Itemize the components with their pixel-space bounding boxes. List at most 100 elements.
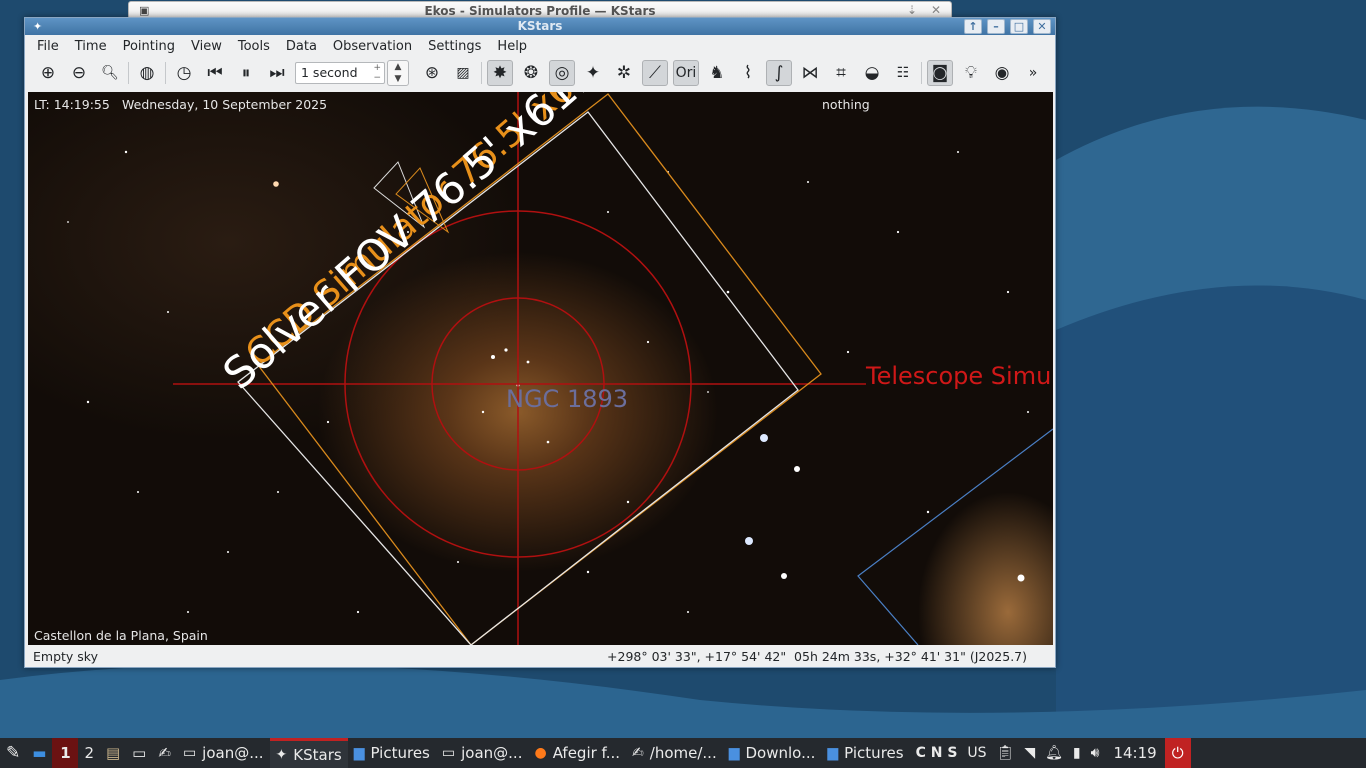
date-label: Wednesday, 10 September 2025 [122,97,328,112]
minimize-button[interactable]: – [987,19,1005,34]
menu-settings[interactable]: Settings [420,39,489,54]
menu-time[interactable]: Time [67,39,115,54]
focus-object-label: nothing [822,97,870,112]
time-step-value: 1 second [301,65,358,80]
image-overlay-icon[interactable]: ▨ [450,60,476,86]
task-label: joan@... [202,744,264,762]
task-downloads[interactable]: ▆ Downlo... [723,738,822,768]
menu-file[interactable]: File [29,39,67,54]
text-editor-launcher-icon[interactable]: ✍ [152,738,177,768]
constellation-art-icon[interactable]: ♞ [704,60,730,86]
task-kstars[interactable]: ✦ KStars [269,738,348,768]
zoom-out-icon[interactable]: ⊖ [66,60,92,86]
zoom-in-icon[interactable]: ⊕ [35,60,61,86]
power-icon[interactable]: ⏻ [1164,738,1191,768]
menu-help[interactable]: Help [489,39,535,54]
toolbar-overflow-icon[interactable]: » [1020,60,1046,86]
horizontal-grid-icon[interactable]: ⌗ [828,60,854,86]
maximize-button[interactable]: □ [1010,19,1028,34]
solar-system-toggle-icon[interactable]: ◎ [549,60,575,86]
app-menu-icon[interactable]: ✎ [0,738,26,768]
menu-observation[interactable]: Observation [325,39,420,54]
find-object-icon[interactable]: 🔍︎ [97,60,123,86]
ekos-close-icon[interactable]: ✕ [931,3,941,17]
system-tray: C N S US 📋︎ ◥ 🔔︎ ▮ 🔊︎ [910,745,1106,761]
location-label: Castellon de la Plana, Spain [34,628,208,643]
show-desktop-icon[interactable]: ▬ [26,738,52,768]
file-manager-launcher-icon[interactable]: ▤ [100,738,126,768]
ekos-window-title: Ekos - Simulators Profile — KStars [424,3,656,18]
task-terminal-1[interactable]: ▭ joan@... [177,738,270,768]
kstars-window: ✦ KStars ↑ – □ ✕ File Time Pointing View… [24,17,1056,668]
local-time-label: LT: 14:19:55 [34,97,110,112]
sky-map[interactable]: CCD Simulator 76.5' x61.0' Solver FOV 76… [28,92,1053,645]
hips-overlay-icon[interactable]: ☷ [890,60,916,86]
status-radec: 05h 24m 33s, +32° 41' 31" (J2025.7) [794,649,1027,664]
wifi-icon[interactable]: ◥ [1024,745,1035,761]
statusbar: Empty sky +298° 03' 33", +17° 54' 42" 05… [25,646,1055,668]
constellation-names-icon[interactable]: Ori [673,60,699,86]
telescope-label: Telescope Simu [866,362,1052,390]
time-step-spinner-icon[interactable]: ▲ ▼ [387,60,409,86]
milky-way-icon[interactable]: ∫ [766,60,792,86]
menu-view[interactable]: View [183,39,230,54]
keep-above-button[interactable]: ↑ [964,19,982,34]
globe-icon[interactable]: ◍ [134,60,160,86]
horizon-icon[interactable]: ◒ [859,60,885,86]
time-step-field[interactable]: 1 second + − [295,62,385,84]
task-editor[interactable]: ✍ /home/... [626,738,723,768]
toolbar-separator [921,62,922,84]
pause-icon[interactable]: ⏸ [233,60,259,86]
keyboard-layout[interactable]: US [967,745,986,761]
constellation-boundary [857,428,1053,645]
equatorial-grid-icon[interactable]: ⋈ [797,60,823,86]
folder-icon: ▆ [353,745,365,761]
stars-toggle-icon[interactable]: ✸ [487,60,513,86]
toolbar-separator [128,62,129,84]
notification-bell-icon[interactable]: 🔔︎ [1045,745,1063,761]
status-altaz: +298° 03' 33", +17° 54' 42" [607,649,787,664]
time-step-forward-icon[interactable]: ⏭ [264,60,290,86]
volume-icon[interactable]: 🔊︎ [1091,745,1100,761]
workspace-1[interactable]: 1 [52,738,79,768]
task-pictures-1[interactable]: ▆ Pictures [348,738,436,768]
time-step-plusminus-icon[interactable]: + − [373,63,381,83]
battery-icon[interactable]: ▮ [1073,745,1081,761]
task-label: Pictures [370,744,430,762]
constellation-boundaries-icon[interactable]: ⌇ [735,60,761,86]
close-button[interactable]: ✕ [1033,19,1051,34]
clipboard-icon[interactable]: 📋︎ [997,745,1015,761]
keyboard-indicators: C N S [915,745,958,761]
menu-data[interactable]: Data [278,39,325,54]
task-pictures-2[interactable]: ▆ Pictures [821,738,909,768]
task-firefox[interactable]: ● Afegir f... [528,738,626,768]
satellite-toggle-icon[interactable]: ✦ [580,60,606,86]
folder-icon: ▆ [827,745,839,761]
status-object: Empty sky [33,649,98,664]
firefox-icon: ● [534,745,547,761]
kstars-app-icon: ✦ [33,20,43,33]
telescope-target-icon[interactable]: ⊛ [419,60,445,86]
task-label: /home/... [649,744,717,762]
deep-sky-toggle-icon[interactable]: ❂ [518,60,544,86]
window-title: KStars [517,19,563,33]
menu-tools[interactable]: Tools [230,39,278,54]
folder-icon: ▆ [728,745,740,761]
clock[interactable]: 14:19 [1105,744,1164,762]
sky-flip-icon[interactable]: 💡︎ [958,60,984,86]
object-label[interactable]: NGC 1893 [506,385,628,413]
workspace-2[interactable]: 2 [78,738,100,768]
constellation-lines-icon[interactable]: ⟋ [642,60,668,86]
sky-view-icon[interactable]: ◉ [989,60,1015,86]
menu-pointing[interactable]: Pointing [115,39,183,54]
terminal-launcher-icon[interactable]: ▭ [126,738,152,768]
ekos-minimize-icon[interactable]: ⇣ [907,3,917,17]
supernova-toggle-icon[interactable]: ✲ [611,60,637,86]
task-terminal-2[interactable]: ▭ joan@... [436,738,529,768]
ekos-icon[interactable]: ◙ [927,60,953,86]
task-label: KStars [293,745,342,764]
clock-now-icon[interactable]: ◷ [171,60,197,86]
time-step-back-icon[interactable]: ⏮ [202,60,228,86]
status-coordinates: +298° 03' 33", +17° 54' 42" 05h 24m 33s,… [607,649,1027,664]
kstars-titlebar[interactable]: ✦ KStars ↑ – □ ✕ [25,18,1055,35]
